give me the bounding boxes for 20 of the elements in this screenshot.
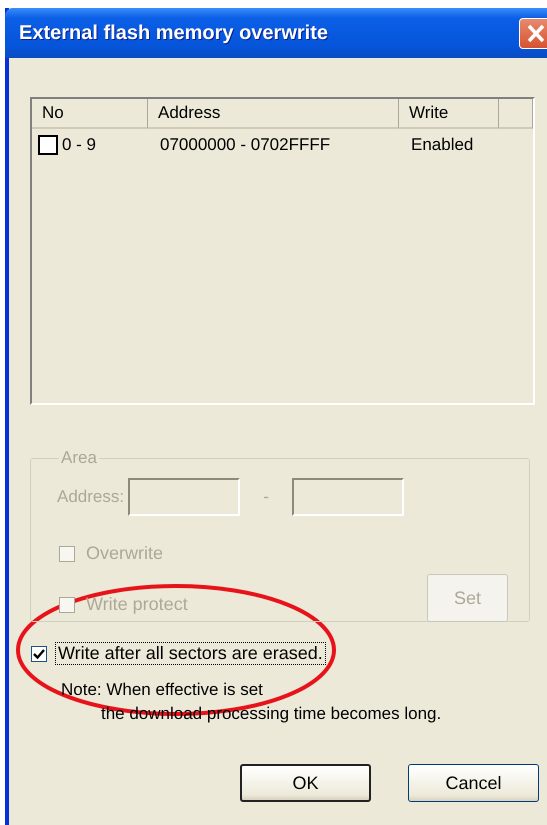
checkbox[interactable] (38, 135, 58, 155)
table-cell: 0 - 9 (62, 135, 96, 155)
column-header[interactable]: Address (148, 99, 399, 129)
dialog-button[interactable]: Cancel (408, 764, 539, 802)
close-button[interactable] (519, 18, 547, 48)
window-title: External flash memory overwrite (19, 22, 330, 44)
table-cell: 07000000 - 0702FFFF (160, 135, 330, 155)
separator-text: - (262, 487, 270, 507)
option-label: Overwrite (85, 542, 164, 565)
column-header[interactable]: Write (399, 99, 499, 129)
column-header[interactable]: No (32, 99, 148, 129)
header-filler (499, 99, 533, 129)
note-text: Note: When effective is set (61, 680, 264, 700)
checkbox[interactable] (31, 646, 47, 662)
dialog-button[interactable]: OK (240, 764, 371, 802)
address-label: Address: (57, 487, 124, 507)
option-label: Write after all sectors are erased. (55, 642, 326, 665)
table-cell: Enabled (411, 135, 474, 155)
option-label: Write protect (85, 593, 189, 616)
group-label: Area (60, 448, 98, 468)
